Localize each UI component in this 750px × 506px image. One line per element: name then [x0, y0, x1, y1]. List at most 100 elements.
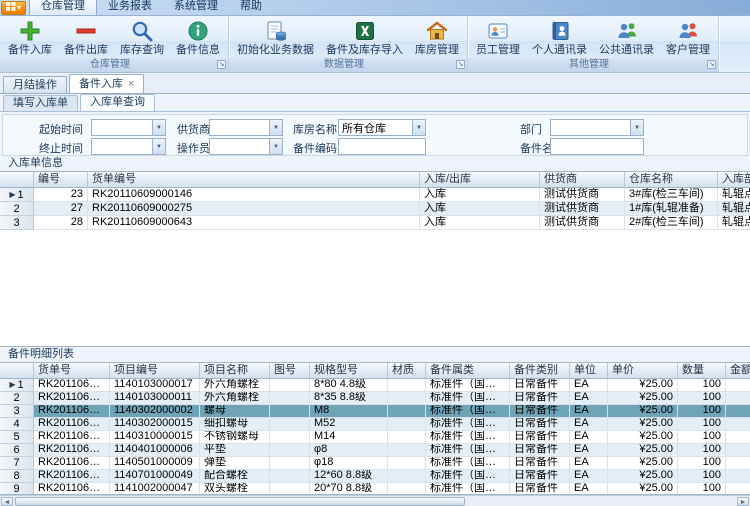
grid-cell[interactable] — [388, 392, 426, 405]
grid-cell[interactable]: 12*60 8.8级 — [310, 470, 388, 483]
row-header[interactable]: 3 — [0, 405, 34, 418]
grid-cell[interactable]: 日常备件 — [510, 483, 570, 494]
grid-cell[interactable]: RK20110609000146 — [34, 418, 110, 431]
start-date-combo[interactable]: ▼ — [91, 119, 166, 136]
grid-cell[interactable]: RK20110609000146 — [34, 444, 110, 457]
table-row[interactable]: 5 RK201106090001461140310000015不锈钢螺母 M14 标准… — [0, 431, 750, 444]
department-combo[interactable]: ▼ — [550, 119, 644, 136]
grid-cell[interactable]: 100 — [678, 392, 726, 405]
column-header[interactable]: 货单号 — [34, 363, 110, 379]
column-header[interactable]: 入库部门 — [718, 172, 750, 188]
grid-cell[interactable]: 不锈钢螺母 — [200, 431, 270, 444]
personal-contacts-button[interactable]: 个人通讯录 — [526, 18, 593, 58]
grid-cell[interactable]: 27 — [34, 202, 88, 216]
column-header[interactable]: 单价 — [608, 363, 678, 379]
column-header[interactable]: 货单编号 — [88, 172, 420, 188]
grid-cell[interactable]: 8*35 8.8级 — [310, 392, 388, 405]
grid-cell[interactable]: ¥25.00 — [608, 457, 678, 470]
grid-cell[interactable]: ¥25.00 — [608, 470, 678, 483]
dialog-launcher-icon[interactable]: ↘ — [707, 60, 716, 69]
row-header[interactable]: 3 — [0, 216, 34, 230]
column-header[interactable]: 入库/出库 — [420, 172, 540, 188]
grid-cell[interactable]: ¥25.00 — [608, 444, 678, 457]
grid-cell[interactable]: 100 — [678, 379, 726, 392]
public-contacts-button[interactable]: 公共通讯录 — [593, 18, 660, 58]
grid-cell[interactable]: 标准件（国产） — [426, 379, 510, 392]
ribbon-tab-help[interactable]: 帮助 — [229, 0, 273, 15]
grid-cell[interactable]: 入库 — [420, 202, 540, 216]
row-header[interactable]: 7 — [0, 457, 34, 470]
grid-cell[interactable]: 配合螺栓 — [200, 470, 270, 483]
grid-cell[interactable]: ¥25.00 — [608, 418, 678, 431]
grid-cell[interactable]: 100 — [678, 444, 726, 457]
grid-cell[interactable] — [726, 470, 750, 483]
grid-cell[interactable] — [270, 483, 310, 494]
grid-cell[interactable] — [388, 457, 426, 470]
table-row[interactable]: 7 RK201106090001461140501000009弹垫 φ18 标准件（国… — [0, 457, 750, 470]
ribbon-tab-warehouse[interactable]: 仓库管理 — [29, 0, 97, 15]
grid-cell[interactable]: 1140302000002 — [110, 405, 200, 418]
column-header[interactable]: 项目编号 — [110, 363, 200, 379]
grid-cell[interactable] — [388, 483, 426, 494]
ribbon-tab-system[interactable]: 系统管理 — [163, 0, 229, 15]
row-header[interactable]: ▶ 1 — [0, 379, 34, 392]
grid-cell[interactable]: ¥25.00 — [608, 379, 678, 392]
grid-cell[interactable] — [388, 431, 426, 444]
grid-cell[interactable] — [726, 379, 750, 392]
grid-cell[interactable]: 100 — [678, 418, 726, 431]
grid-cell[interactable]: 入库 — [420, 188, 540, 202]
grid-cell[interactable]: 日常备件 — [510, 457, 570, 470]
scrollbar-thumb[interactable] — [15, 497, 465, 506]
grid-cell[interactable] — [726, 405, 750, 418]
grid-cell[interactable]: EA — [570, 483, 608, 494]
grid-cell[interactable]: 100 — [678, 431, 726, 444]
scroll-left-icon[interactable]: ◄ — [1, 497, 13, 506]
column-header[interactable]: 备件属类 — [426, 363, 510, 379]
grid-cell[interactable] — [270, 405, 310, 418]
grid-cell[interactable] — [270, 379, 310, 392]
table-row[interactable]: 3 RK201106090001461140302000002螺母 M8 标准件（国产… — [0, 405, 750, 418]
end-date-combo[interactable]: ▼ — [91, 138, 166, 155]
grid-cell[interactable] — [270, 392, 310, 405]
grid-cell[interactable]: 28 — [34, 216, 88, 230]
grid-cell[interactable]: 100 — [678, 405, 726, 418]
column-header[interactable]: 材质 — [388, 363, 426, 379]
grid-cell[interactable]: 100 — [678, 483, 726, 494]
grid-cell[interactable] — [270, 457, 310, 470]
scroll-right-icon[interactable]: ► — [737, 497, 749, 506]
grid-cell[interactable]: RK20110609000146 — [34, 379, 110, 392]
tab-fill-in-order[interactable]: 填写入库单 — [3, 95, 78, 111]
table-row[interactable]: 8 RK201106090001461140701000049配合螺栓 12*60 … — [0, 470, 750, 483]
grid-cell[interactable]: 外六角螺栓 — [200, 392, 270, 405]
grid-cell[interactable]: 1140103000011 — [110, 392, 200, 405]
column-header[interactable]: 单位 — [570, 363, 608, 379]
warehouse-rooms-button[interactable]: 库房管理 — [409, 18, 465, 58]
column-header[interactable]: 项目名称 — [200, 363, 270, 379]
grid-cell[interactable]: 1140310000015 — [110, 431, 200, 444]
grid-cell[interactable]: 螺母 — [200, 405, 270, 418]
close-icon[interactable]: × — [128, 79, 134, 90]
grid-cell[interactable]: EA — [570, 470, 608, 483]
row-header[interactable]: 5 — [0, 431, 34, 444]
row-header[interactable]: 4 — [0, 418, 34, 431]
grid-cell[interactable]: 日常备件 — [510, 444, 570, 457]
grid-cell[interactable] — [270, 418, 310, 431]
row-header[interactable]: 6 — [0, 444, 34, 457]
grid-cell[interactable] — [270, 470, 310, 483]
grid-cell[interactable]: ¥25.00 — [608, 483, 678, 494]
column-header[interactable]: 仓库名称 — [625, 172, 718, 188]
grid-cell[interactable] — [270, 431, 310, 444]
grid-cell[interactable]: 日常备件 — [510, 470, 570, 483]
grid-cell[interactable]: 测试供货商 — [540, 202, 625, 216]
grid-cell[interactable]: M52 — [310, 418, 388, 431]
grid-cell[interactable]: 日常备件 — [510, 418, 570, 431]
grid-cell[interactable] — [388, 418, 426, 431]
grid-cell[interactable]: 入库 — [420, 216, 540, 230]
grid-cell[interactable]: 1140302000015 — [110, 418, 200, 431]
supplier-combo[interactable]: ▼ — [209, 119, 283, 136]
column-header[interactable]: 编号 — [34, 172, 88, 188]
ribbon-tab-reports[interactable]: 业务报表 — [97, 0, 163, 15]
table-row[interactable]: 2 RK201106090001461140103000011外六角螺栓 8*35 … — [0, 392, 750, 405]
grid-cell[interactable]: RK20110609000146 — [34, 483, 110, 494]
grid-cell[interactable]: 弹垫 — [200, 457, 270, 470]
